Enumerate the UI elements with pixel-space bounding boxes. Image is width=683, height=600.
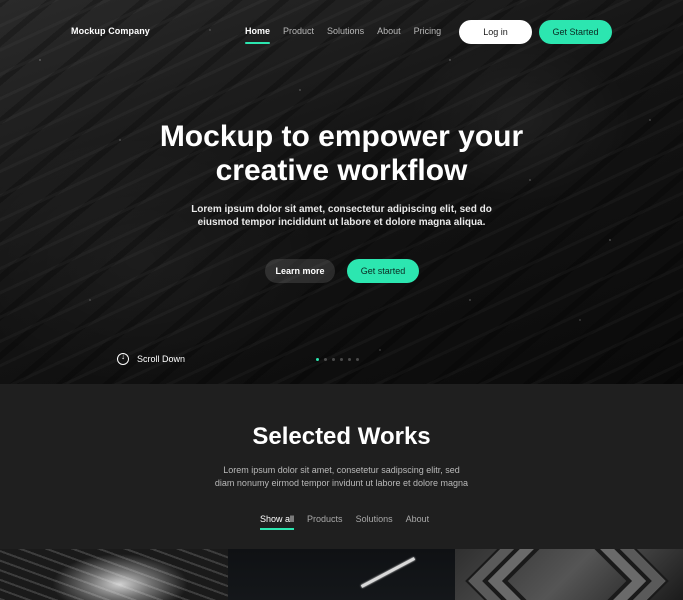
get-started-button[interactable]: Get Started (539, 20, 612, 44)
section-subtitle-line2: diam nonumy eirmod tempor invidunt ut la… (214, 478, 469, 488)
work-thumbnail-airplane[interactable] (227, 549, 456, 600)
selected-works-section: Selected Works Lorem ipsum dolor sit ame… (0, 384, 683, 600)
learn-more-button[interactable]: Learn more (265, 259, 335, 283)
slider-dot[interactable] (324, 358, 327, 361)
filter-tab-solutions[interactable]: Solutions (356, 514, 393, 530)
nav-item-about[interactable]: About (377, 26, 401, 44)
hero-title-line1: Mockup to empower your (159, 120, 524, 153)
brand-logo[interactable]: Mockup Company (71, 26, 150, 36)
main-nav: Home Product Solutions About Pricing (245, 26, 454, 44)
works-filter-tabs: Show all Products Solutions About (260, 514, 442, 530)
filter-tab-about[interactable]: About (406, 514, 430, 530)
section-title: Selected Works (252, 423, 431, 450)
hero-subtitle: Lorem ipsum dolor sit amet, consectetur … (0, 203, 683, 229)
hero-subtitle-line2: eiusmod tempor incididunt ut labore et d… (197, 217, 486, 228)
nav-item-home[interactable]: Home (245, 26, 271, 44)
slider-dot[interactable] (332, 358, 335, 361)
airplane-shape (360, 557, 415, 588)
nav-item-pricing[interactable]: Pricing (414, 26, 442, 44)
hero-title-line2: creative workflow (215, 154, 468, 187)
works-gallery (0, 549, 683, 600)
section-subtitle: Lorem ipsum dolor sit amet, consetetur s… (0, 464, 683, 490)
hero-section: Mockup Company Home Product Solutions Ab… (0, 0, 683, 384)
filter-tab-show-all[interactable]: Show all (260, 514, 295, 530)
scroll-down-link[interactable]: Scroll Down (117, 352, 186, 365)
hero-subtitle-line1: Lorem ipsum dolor sit amet, consectetur … (191, 204, 492, 215)
slider-dot[interactable] (348, 358, 351, 361)
section-subtitle-line1: Lorem ipsum dolor sit amet, consetetur s… (223, 465, 460, 475)
hero-get-started-button[interactable]: Get started (347, 259, 419, 283)
nav-item-product[interactable]: Product (283, 26, 314, 44)
work-thumbnail-architecture[interactable] (455, 549, 683, 600)
filter-tab-products[interactable]: Products (307, 514, 343, 530)
slider-dot[interactable] (340, 358, 343, 361)
slider-dot[interactable] (356, 358, 359, 361)
work-thumbnail-water-splash[interactable] (0, 549, 228, 600)
nav-item-solutions[interactable]: Solutions (327, 26, 364, 44)
arrow-down-circle-icon (117, 352, 129, 365)
scroll-down-label: Scroll Down (137, 354, 186, 364)
sparkle-overlay (0, 0, 683, 384)
slider-pagination (316, 358, 359, 361)
slider-dot[interactable] (316, 358, 319, 361)
login-button[interactable]: Log in (459, 20, 532, 44)
hero-title: Mockup to empower your creative workflow (0, 120, 683, 188)
